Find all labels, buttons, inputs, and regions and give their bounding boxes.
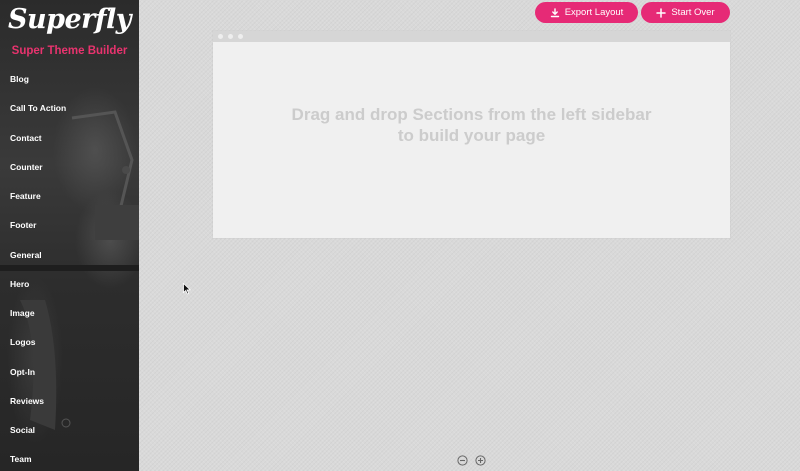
drop-zone-placeholder: Drag and drop Sections from the left sid…: [213, 104, 730, 146]
browser-bar: [213, 31, 730, 42]
window-dot-icon: [218, 34, 223, 39]
placeholder-line-1: Drag and drop Sections from the left sid…: [291, 105, 652, 124]
sidebar-item-feature[interactable]: Feature: [0, 186, 139, 215]
sidebar-item-footer[interactable]: Footer: [0, 215, 139, 244]
sidebar: Superfly Super Theme Builder Blog Call T…: [0, 0, 139, 471]
app-logo: Superfly: [8, 4, 131, 35]
start-over-button[interactable]: Start Over: [641, 2, 730, 23]
sidebar-item-hero[interactable]: Hero: [0, 274, 139, 303]
plus-icon: [656, 7, 667, 18]
sidebar-item-contact[interactable]: Contact: [0, 128, 139, 157]
export-layout-label: Export Layout: [564, 7, 624, 18]
zoom-out-icon[interactable]: [457, 455, 468, 466]
page-canvas[interactable]: Drag and drop Sections from the left sid…: [213, 31, 730, 238]
sidebar-item-call-to-action[interactable]: Call To Action: [0, 98, 139, 127]
placeholder-line-2: to build your page: [397, 126, 546, 145]
window-dot-icon: [238, 34, 243, 39]
section-category-list: Blog Call To Action Contact Counter Feat…: [0, 69, 139, 471]
sidebar-item-team[interactable]: Team: [0, 449, 139, 471]
sidebar-item-general[interactable]: General: [0, 245, 139, 274]
sidebar-item-opt-in[interactable]: Opt-In: [0, 362, 139, 391]
sidebar-item-counter[interactable]: Counter: [0, 157, 139, 186]
zoom-in-icon[interactable]: [475, 455, 486, 466]
sidebar-item-logos[interactable]: Logos: [0, 332, 139, 361]
sidebar-item-image[interactable]: Image: [0, 303, 139, 332]
mouse-cursor-icon: [183, 283, 191, 295]
start-over-label: Start Over: [671, 7, 715, 18]
window-dot-icon: [228, 34, 233, 39]
app-subtitle: Super Theme Builder: [11, 45, 128, 57]
sidebar-item-reviews[interactable]: Reviews: [0, 391, 139, 420]
download-icon: [550, 7, 559, 17]
sidebar-item-blog[interactable]: Blog: [0, 69, 139, 98]
sidebar-item-social[interactable]: Social: [0, 420, 139, 449]
export-layout-button[interactable]: Export Layout: [535, 2, 638, 23]
